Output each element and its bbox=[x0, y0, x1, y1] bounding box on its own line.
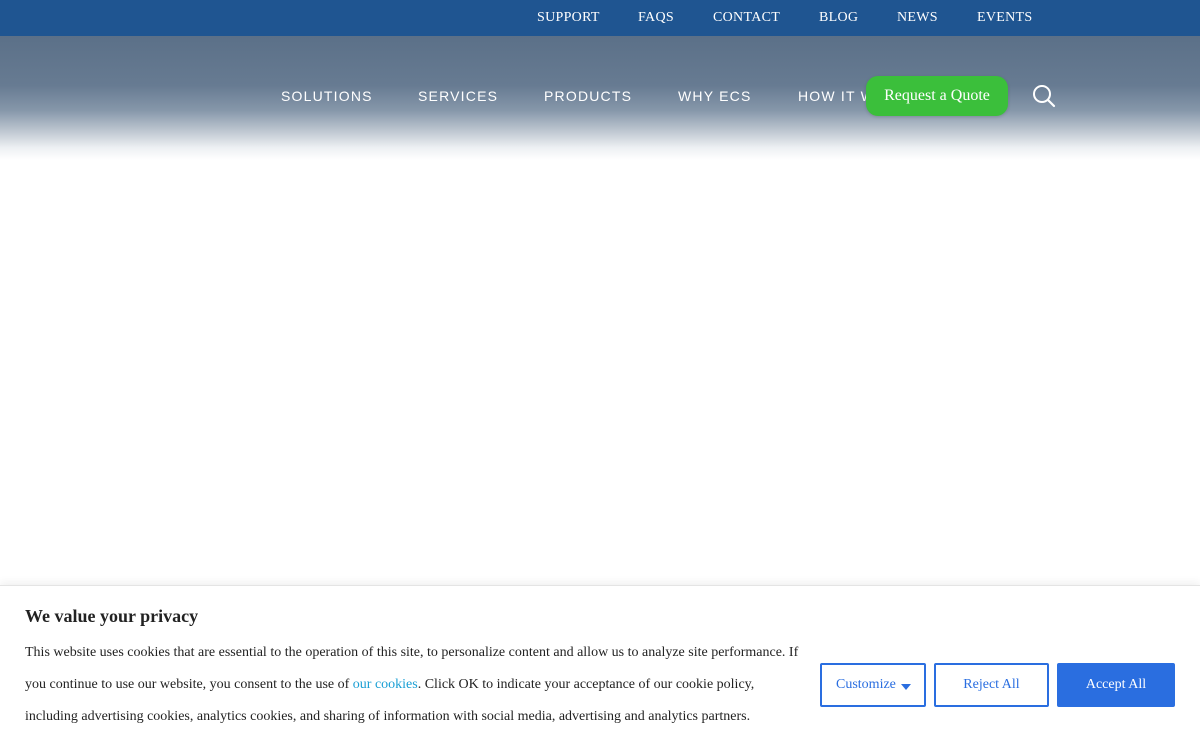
caret-down-icon bbox=[901, 684, 911, 690]
request-quote-button[interactable]: Request a Quote bbox=[866, 76, 1008, 116]
utility-bar: SUPPORT FAQS CONTACT BLOG NEWS EVENTS bbox=[0, 0, 1200, 36]
nav-item-why-ecs[interactable]: WHY ECS bbox=[678, 88, 752, 104]
nav-item-products[interactable]: PRODUCTS bbox=[544, 88, 632, 104]
news-link[interactable]: NEWS bbox=[897, 10, 938, 26]
our-cookies-link[interactable]: our cookies bbox=[353, 677, 418, 692]
accept-all-button[interactable]: Accept All bbox=[1057, 663, 1175, 707]
contact-link[interactable]: CONTACT bbox=[713, 10, 780, 26]
cookie-title: We value your privacy bbox=[25, 606, 199, 626]
events-link[interactable]: EVENTS bbox=[977, 10, 1032, 26]
cookie-consent-banner: We value your privacy This website uses … bbox=[0, 585, 1200, 750]
nav-item-solutions[interactable]: SOLUTIONS bbox=[281, 88, 373, 104]
cookie-description: This website uses cookies that are essen… bbox=[25, 637, 810, 733]
search-icon[interactable] bbox=[1031, 83, 1057, 109]
reject-all-button[interactable]: Reject All bbox=[934, 663, 1049, 707]
page-content-area bbox=[0, 160, 1200, 585]
customize-button[interactable]: Customize bbox=[820, 663, 926, 707]
main-navigation: SOLUTIONS SERVICES PRODUCTS WHY ECS HOW … bbox=[0, 36, 1200, 160]
nav-item-how-it-works[interactable]: HOW IT W bbox=[798, 88, 875, 104]
customize-label: Customize bbox=[836, 677, 896, 692]
nav-item-services[interactable]: SERVICES bbox=[418, 88, 498, 104]
support-link[interactable]: SUPPORT bbox=[537, 10, 600, 26]
blog-link[interactable]: BLOG bbox=[819, 10, 858, 26]
faqs-link[interactable]: FAQS bbox=[638, 10, 674, 26]
